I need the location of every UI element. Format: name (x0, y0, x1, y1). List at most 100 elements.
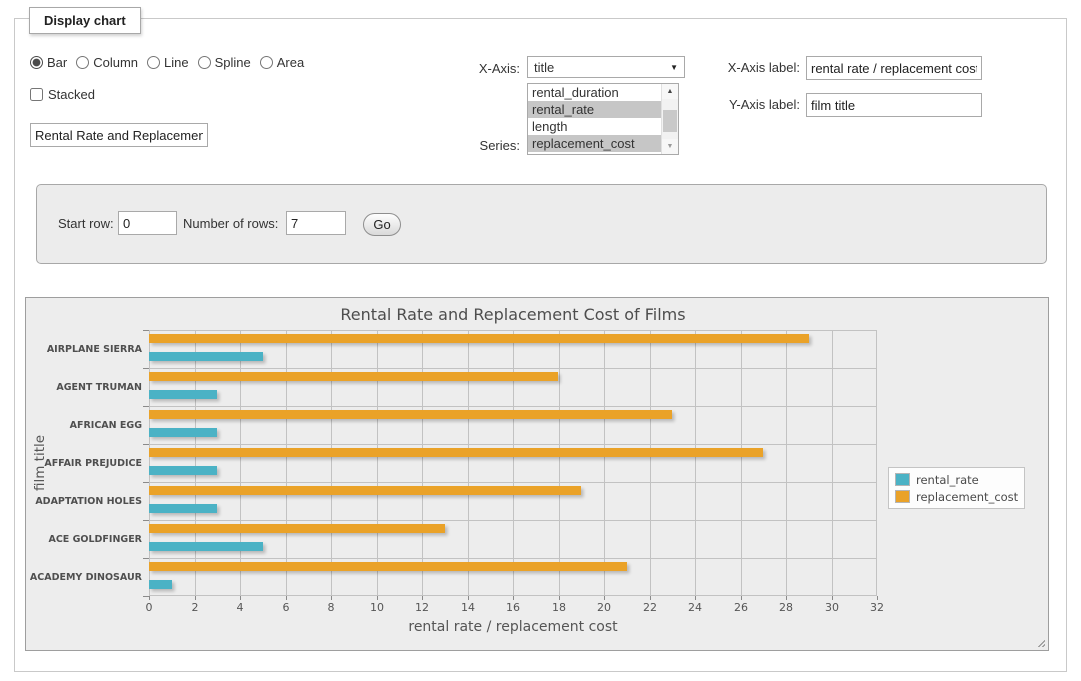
bar-replacement_cost (149, 372, 558, 381)
chart-type-option-spline[interactable]: Spline (198, 55, 251, 70)
xaxis-select[interactable]: title ▼ (527, 56, 685, 78)
series-option-replacement_cost[interactable]: replacement_cost (528, 135, 661, 152)
chart-type-label: Line (164, 55, 189, 70)
category-label: AFRICAN EGG (40, 406, 142, 444)
xaxis-tick-mark (695, 596, 696, 600)
xaxis-tick-mark (240, 596, 241, 600)
xaxis-tick-label: 28 (766, 601, 806, 614)
yaxis-tick-mark (143, 596, 149, 597)
start-row-label: Start row: (58, 216, 114, 231)
xaxis-tick-mark (832, 596, 833, 600)
chart-type-radio-bar[interactable] (30, 56, 43, 69)
gridline-vertical (513, 330, 514, 596)
chart-type-radio-area[interactable] (260, 56, 273, 69)
xaxis-tick-label: 8 (311, 601, 351, 614)
gridline-vertical (331, 330, 332, 596)
start-row-input[interactable] (118, 211, 177, 235)
chart-type-radio-line[interactable] (147, 56, 160, 69)
resize-handle-icon[interactable] (1035, 637, 1045, 647)
legend-item: replacement_cost (895, 488, 1018, 505)
xaxis-tick-label: 16 (493, 601, 533, 614)
chart-panel: Rental Rate and Replacement Cost of Film… (25, 297, 1049, 651)
chart-type-radio-group: Bar Column Line Spline Area (30, 55, 313, 70)
xaxis-tick-mark (422, 596, 423, 600)
category-label: ACADEMY DINOSAUR (40, 558, 142, 596)
listbox-scrollbar[interactable]: ▲ ▼ (661, 84, 678, 154)
series-listbox-items: rental_durationrental_ratelengthreplacem… (528, 84, 678, 152)
category-label: ACE GOLDFINGER (40, 520, 142, 558)
chart-legend: rental_rate replacement_cost (888, 467, 1025, 509)
xaxis-tick-mark (559, 596, 560, 600)
xaxis-tick-label: 2 (175, 601, 215, 614)
chart-type-option-area[interactable]: Area (260, 55, 304, 70)
xaxis-tick-label: 24 (675, 601, 715, 614)
bar-replacement_cost (149, 410, 672, 419)
bar-rental_rate (149, 542, 263, 551)
xaxis-tick-mark (331, 596, 332, 600)
bar-rental_rate (149, 580, 172, 589)
xaxis-tick-mark (377, 596, 378, 600)
chart-title: Rental Rate and Replacement Cost of Film… (149, 305, 877, 324)
legend-label: replacement_cost (916, 490, 1018, 504)
xaxis-label-input[interactable] (806, 56, 982, 80)
gridline-horizontal (149, 482, 877, 483)
bar-rental_rate (149, 428, 217, 437)
series-option-rental_duration[interactable]: rental_duration (528, 84, 661, 101)
xaxis-tick-mark (149, 596, 150, 600)
bar-rental_rate (149, 466, 217, 475)
chart-type-option-bar[interactable]: Bar (30, 55, 67, 70)
chart-type-radio-spline[interactable] (198, 56, 211, 69)
xaxis-label-field-label: X-Axis label: (700, 60, 800, 75)
yaxis-tick-mark (143, 330, 149, 331)
xaxis-tick-mark (877, 596, 878, 600)
number-of-rows-input[interactable] (286, 211, 346, 235)
category-label: AIRPLANE SIERRA (40, 330, 142, 368)
gridline-vertical (422, 330, 423, 596)
chart-title-input[interactable] (30, 123, 208, 147)
gridline-horizontal (149, 406, 877, 407)
chart-type-label: Spline (215, 55, 251, 70)
series-option-length[interactable]: length (528, 118, 661, 135)
xaxis-tick-mark (513, 596, 514, 600)
yaxis-tick-mark (143, 482, 149, 483)
xaxis-tick-label: 18 (539, 601, 579, 614)
gridline-horizontal (149, 368, 877, 369)
gridline-vertical (377, 330, 378, 596)
chart-type-radio-column[interactable] (76, 56, 89, 69)
xaxis-tick-mark (650, 596, 651, 600)
gridline-horizontal (149, 520, 877, 521)
xaxis-tick-label: 20 (584, 601, 624, 614)
chart-type-label: Column (93, 55, 138, 70)
number-of-rows-label: Number of rows: (183, 216, 278, 231)
chart-type-option-line[interactable]: Line (147, 55, 189, 70)
gridline-vertical (195, 330, 196, 596)
chart-type-label: Area (277, 55, 304, 70)
stacked-checkbox[interactable] (30, 88, 43, 101)
yaxis-tick-mark (143, 444, 149, 445)
gridline-vertical (876, 330, 877, 596)
yaxis-tick-mark (143, 368, 149, 369)
legend-swatch-rental_rate (895, 473, 910, 486)
yaxis-tick-mark (143, 558, 149, 559)
gridline-horizontal (149, 444, 877, 445)
go-button[interactable]: Go (363, 213, 401, 236)
bar-rental_rate (149, 504, 217, 513)
chart-category-labels: AIRPLANE SIERRAAGENT TRUMANAFRICAN EGGAF… (40, 330, 142, 596)
yaxis-label-input[interactable] (806, 93, 982, 117)
xaxis-tick-label: 6 (266, 601, 306, 614)
legend-item: rental_rate (895, 471, 1018, 488)
gridline-vertical (604, 330, 605, 596)
xaxis-tick-label: 0 (129, 601, 169, 614)
scrollbar-thumb[interactable] (663, 110, 677, 132)
series-option-rental_rate[interactable]: rental_rate (528, 101, 661, 118)
rows-panel: Start row: Number of rows: Go (36, 184, 1047, 264)
xaxis-tick-label: 22 (630, 601, 670, 614)
scrollbar-up-icon[interactable]: ▲ (662, 84, 678, 99)
series-listbox[interactable]: rental_durationrental_ratelengthreplacem… (527, 83, 679, 155)
chart-type-option-column[interactable]: Column (76, 55, 138, 70)
category-label: AFFAIR PREJUDICE (40, 444, 142, 482)
bar-rental_rate (149, 390, 217, 399)
scrollbar-down-icon[interactable]: ▼ (662, 139, 678, 154)
xaxis-select-label: X-Axis: (420, 61, 520, 76)
xaxis-tick-label: 4 (220, 601, 260, 614)
